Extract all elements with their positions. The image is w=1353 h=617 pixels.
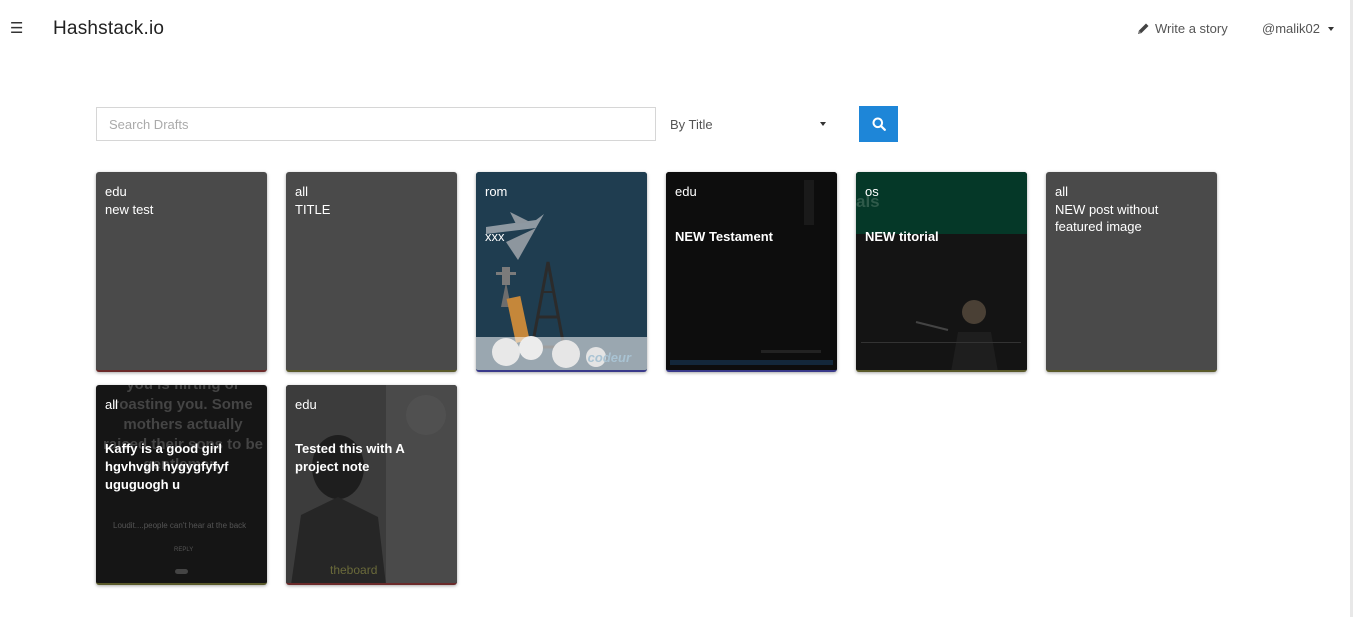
card-tag: all [295, 184, 309, 199]
card-title: new test [105, 202, 154, 217]
card-tag: edu [105, 184, 127, 199]
image-pill [175, 569, 188, 574]
draft-card[interactable]: all TITLE [286, 172, 457, 372]
draft-card[interactable]: als os NEW titorial [856, 172, 1027, 372]
card-tag: os [865, 184, 879, 199]
write-story-label: Write a story [1155, 21, 1228, 36]
pencil-icon [1138, 23, 1149, 34]
card-title: NEW titorial [865, 229, 939, 244]
draft-card[interactable]: codeur rom xxx [476, 172, 647, 372]
draft-card[interactable]: theboard edu Tested this with A project … [286, 385, 457, 585]
card-tag: edu [295, 397, 317, 412]
draft-card[interactable]: edu NEW Testament [666, 172, 837, 372]
username: @malik02 [1262, 21, 1320, 36]
hamburger-icon[interactable]: ☰ [10, 19, 23, 37]
search-button[interactable] [859, 106, 898, 142]
card-tag: all [1055, 184, 1069, 199]
image-watermark: theboard [330, 563, 378, 577]
sort-select-value: By Title [670, 116, 713, 132]
card-tag: all [105, 397, 119, 412]
user-menu[interactable]: @malik02 [1262, 21, 1334, 36]
card-title: TITLE [295, 202, 331, 217]
travel-illustration [476, 172, 647, 370]
card-tag: rom [485, 184, 508, 199]
card-title: Tested this with A project note [295, 441, 405, 474]
draft-card[interactable]: you is flirting or roasting you. Some mo… [96, 385, 267, 585]
video-thumbnail-image [856, 172, 1027, 370]
card-title: NEW Testament [675, 229, 773, 244]
card-title: NEW post without featured image [1055, 202, 1159, 234]
image-caption: Loudit....people can't hear at the back [113, 521, 247, 530]
brand-logo[interactable]: Hashstack.io [53, 18, 164, 40]
dark-screenshot-image [666, 172, 837, 370]
chevron-down-icon [820, 122, 826, 126]
portrait-photo-image [286, 385, 457, 583]
sort-select[interactable]: By Title [670, 107, 828, 141]
chevron-down-icon [1328, 26, 1334, 31]
draft-card[interactable]: edu new test [96, 172, 267, 372]
draft-card[interactable]: all NEW post without featured image [1046, 172, 1217, 372]
image-watermark: codeur [587, 350, 631, 365]
search-icon [872, 117, 886, 131]
card-tag: edu [675, 184, 697, 199]
image-reply-text: REPLY [174, 547, 194, 553]
search-input[interactable] [96, 107, 656, 141]
top-bar: ☰ Hashstack.io Write a story @malik02 [0, 0, 1353, 60]
card-title: Kaffy is a good girl hgvhvgh hygygfyfyf … [105, 441, 229, 492]
card-title: xxx [485, 229, 505, 244]
write-story-link[interactable]: Write a story [1137, 21, 1228, 36]
